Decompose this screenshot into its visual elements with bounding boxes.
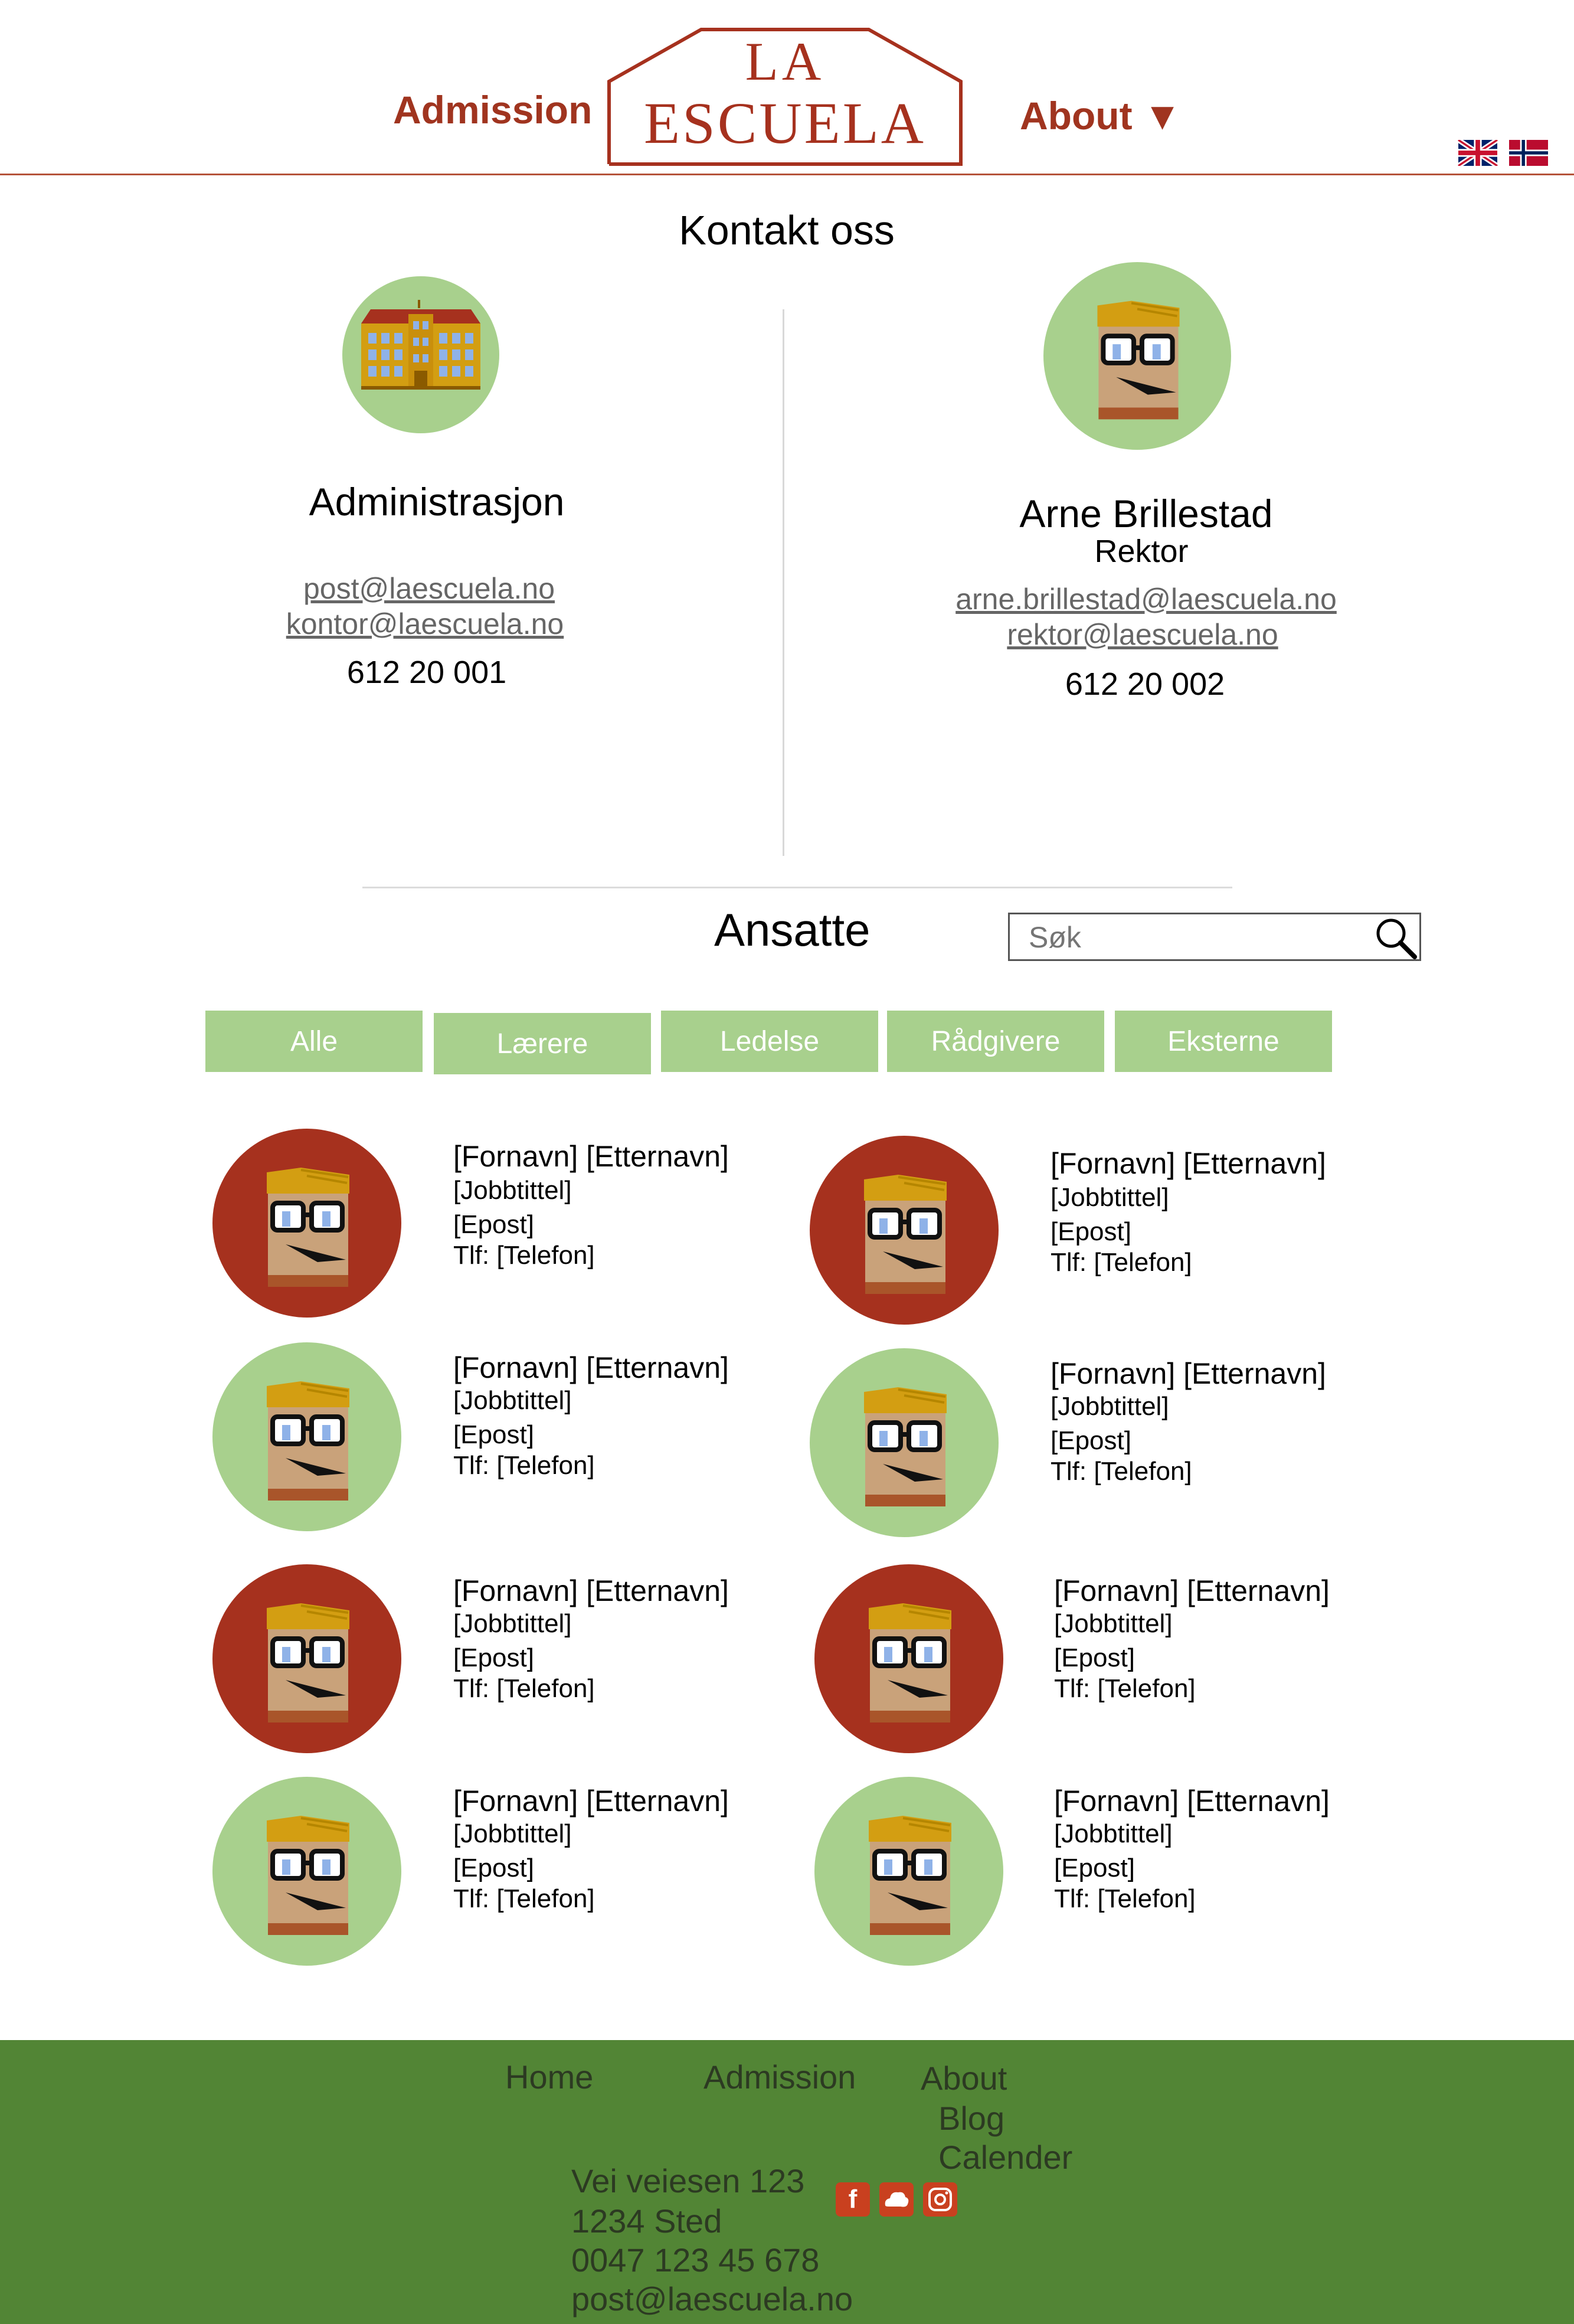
staff-name: [Fornavn] [Etternavn]: [453, 1140, 729, 1173]
footer-email[interactable]: post@laescuela.no: [571, 2280, 853, 2318]
staff-avatar: [212, 1342, 401, 1531]
staff-email[interactable]: [Epost]: [1051, 1217, 1131, 1247]
staff-avatar: [810, 1136, 999, 1325]
staff-email[interactable]: [Epost]: [453, 1854, 534, 1883]
face-glasses-icon: [869, 1603, 951, 1722]
admin-avatar: [342, 276, 499, 433]
nav-about-dropdown[interactable]: About ▼: [1020, 93, 1182, 138]
face-glasses-icon: [864, 1387, 947, 1506]
footer-admission-link[interactable]: Admission: [703, 2058, 856, 2096]
staff-job-title: [Jobbtittel]: [1051, 1392, 1169, 1421]
staff-avatar: [814, 1777, 1003, 1966]
admin-email-kontor[interactable]: kontor@laescuela.no: [286, 607, 564, 641]
footer-home-link[interactable]: Home: [505, 2058, 593, 2096]
filter-advisors-button[interactable]: Rådgivere: [887, 1011, 1104, 1072]
principal-phone: 612 20 002: [1065, 666, 1225, 702]
header-divider: [0, 174, 1574, 175]
staff-email[interactable]: [Epost]: [1051, 1426, 1131, 1456]
logo-line-la: LA: [745, 31, 825, 91]
search-input[interactable]: [1027, 919, 1360, 956]
footer-street: Vei veiesen 123: [571, 2162, 805, 2199]
staff-name: [Fornavn] [Etternavn]: [1051, 1147, 1326, 1180]
search-icon[interactable]: [1373, 916, 1418, 959]
contact-column-divider: [783, 309, 784, 856]
principal-email-personal[interactable]: arne.brillestad@laescuela.no: [955, 582, 1337, 616]
staff-phone: Tlf: [Telefon]: [453, 1451, 595, 1480]
logo-line-escuela: ESCUELA: [644, 90, 926, 156]
principal-role: Rektor: [1094, 534, 1189, 569]
staff-name: [Fornavn] [Etternavn]: [453, 1351, 729, 1384]
face-glasses-icon: [267, 1603, 349, 1722]
uk-flag-icon[interactable]: [1458, 140, 1498, 166]
staff-name: [Fornavn] [Etternavn]: [1054, 1784, 1330, 1818]
site-logo[interactable]: LA ESCUELA: [607, 27, 963, 166]
filter-all-button[interactable]: Alle: [205, 1011, 423, 1072]
face-glasses-icon: [869, 1816, 951, 1935]
face-glasses-icon: [267, 1381, 349, 1501]
staff-phone: Tlf: [Telefon]: [1054, 1674, 1196, 1703]
staff-phone: Tlf: [Telefon]: [453, 1674, 595, 1703]
staff-job-title: [Jobbtittel]: [1054, 1819, 1173, 1848]
filter-teachers-button[interactable]: Lærere: [434, 1013, 651, 1074]
staff-email[interactable]: [Epost]: [1054, 1854, 1135, 1883]
admin-email-post[interactable]: post@laescuela.no: [303, 571, 555, 606]
footer-calender-link[interactable]: Calender: [938, 2138, 1072, 2176]
principal-email-rektor[interactable]: rektor@laescuela.no: [1007, 617, 1278, 652]
staff-job-title: [Jobbtittel]: [1054, 1609, 1173, 1638]
admin-phone: 612 20 001: [346, 655, 507, 690]
instagram-icon[interactable]: [923, 2182, 957, 2217]
footer-blog-link[interactable]: Blog: [938, 2099, 1004, 2137]
twitter-icon[interactable]: [879, 2182, 914, 2217]
staff-phone: Tlf: [Telefon]: [453, 1241, 595, 1270]
staff-email[interactable]: [Epost]: [1054, 1643, 1135, 1673]
staff-title: Ansatte: [714, 904, 871, 956]
staff-avatar: [212, 1777, 401, 1966]
staff-name: [Fornavn] [Etternavn]: [453, 1784, 729, 1818]
footer-phone: 0047 123 45 678: [571, 2241, 820, 2279]
staff-job-title: [Jobbtittel]: [453, 1386, 572, 1415]
footer-city: 1234 Sted: [571, 2202, 722, 2240]
staff-email[interactable]: [Epost]: [453, 1420, 534, 1450]
contact-title: Kontakt oss: [679, 207, 895, 253]
face-glasses-icon: [864, 1175, 947, 1294]
staff-job-title: [Jobbtittel]: [1051, 1183, 1169, 1212]
staff-search-box[interactable]: [1008, 913, 1421, 961]
school-building-icon: [361, 300, 480, 390]
staff-avatar: [212, 1564, 401, 1753]
principal-avatar: [1043, 262, 1231, 450]
face-glasses-icon: [267, 1168, 349, 1287]
nav-admission-link[interactable]: Admission: [393, 87, 592, 132]
footer-about-link[interactable]: About: [921, 2059, 1007, 2097]
staff-name: [Fornavn] [Etternavn]: [453, 1574, 729, 1607]
admin-title: Administrasjon: [309, 480, 565, 524]
staff-job-title: [Jobbtittel]: [453, 1176, 572, 1205]
norway-flag-icon[interactable]: [1508, 140, 1549, 166]
staff-name: [Fornavn] [Etternavn]: [1054, 1574, 1330, 1607]
staff-avatar: [212, 1129, 401, 1318]
section-divider: [362, 887, 1232, 888]
principal-name: Arne Brillestad: [1019, 492, 1273, 535]
face-glasses-icon: [1097, 300, 1180, 420]
staff-email[interactable]: [Epost]: [453, 1643, 534, 1673]
staff-avatar: [810, 1348, 999, 1537]
staff-job-title: [Jobbtittel]: [453, 1819, 572, 1848]
staff-name: [Fornavn] [Etternavn]: [1051, 1357, 1326, 1390]
face-glasses-icon: [267, 1816, 349, 1935]
facebook-icon[interactable]: f: [836, 2182, 870, 2217]
staff-email[interactable]: [Epost]: [453, 1210, 534, 1240]
staff-phone: Tlf: [Telefon]: [453, 1884, 595, 1913]
staff-phone: Tlf: [Telefon]: [1051, 1248, 1192, 1277]
staff-phone: Tlf: [Telefon]: [1051, 1457, 1192, 1486]
filter-external-button[interactable]: Eksterne: [1115, 1011, 1332, 1072]
staff-phone: Tlf: [Telefon]: [1054, 1884, 1196, 1913]
staff-avatar: [814, 1564, 1003, 1753]
staff-job-title: [Jobbtittel]: [453, 1609, 572, 1638]
filter-management-button[interactable]: Ledelse: [661, 1011, 878, 1072]
